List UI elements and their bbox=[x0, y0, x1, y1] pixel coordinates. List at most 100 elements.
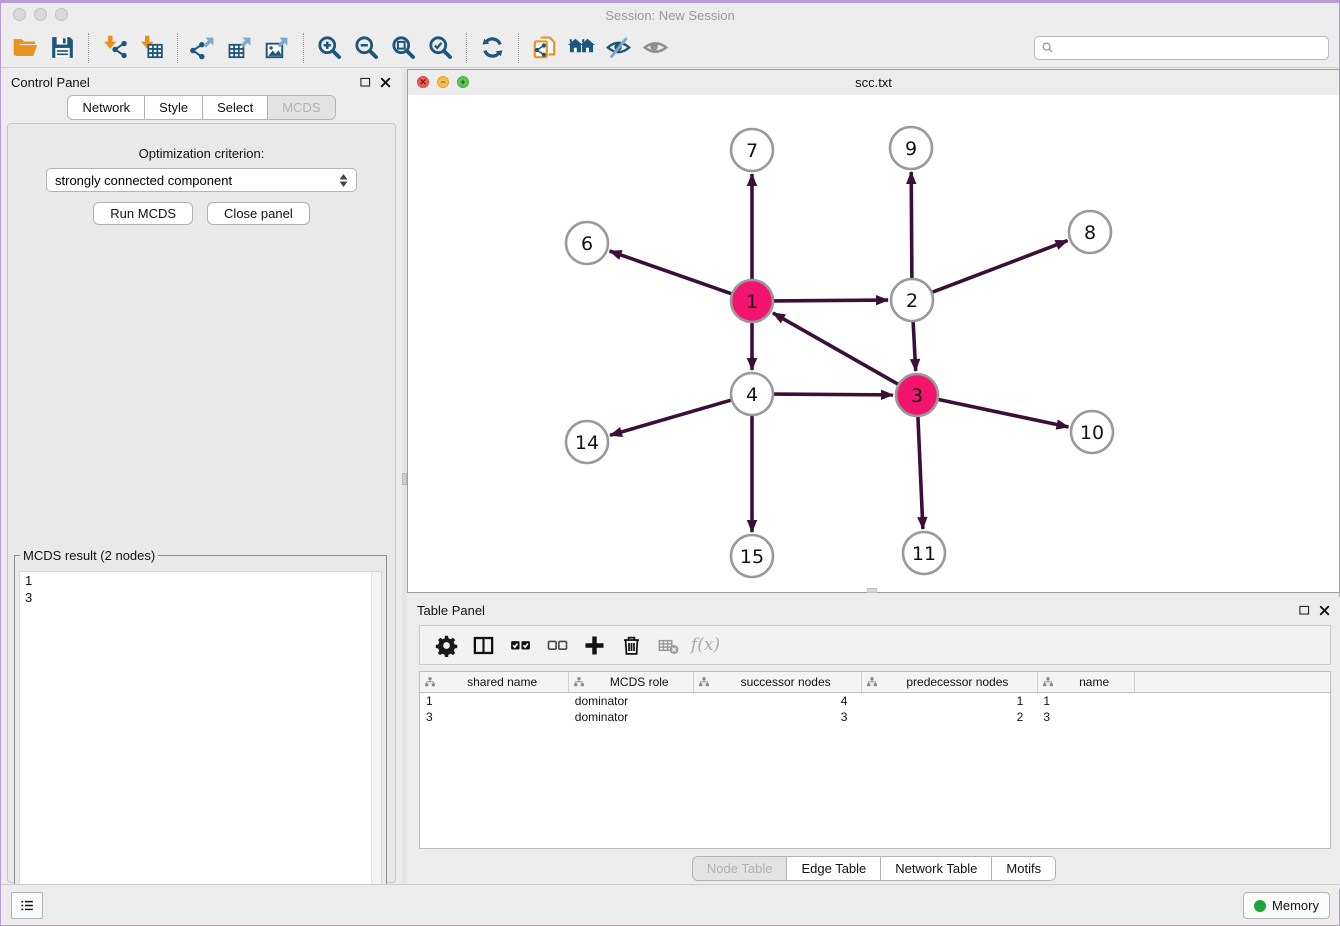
column-header-name[interactable]: name bbox=[1037, 672, 1135, 693]
close-panel-icon[interactable] bbox=[1318, 604, 1331, 617]
graph-node-6[interactable]: 6 bbox=[566, 222, 608, 264]
refresh-layout-button[interactable] bbox=[474, 32, 511, 64]
column-header-MCDS-role[interactable]: MCDS role bbox=[569, 672, 694, 693]
float-panel-icon[interactable] bbox=[359, 76, 372, 89]
cell-shared-name[interactable]: 3 bbox=[420, 709, 569, 725]
tree-icon bbox=[424, 676, 436, 688]
zoom-in-button[interactable] bbox=[311, 32, 348, 64]
edge-1-6[interactable] bbox=[610, 251, 735, 295]
tab-network-table[interactable]: Network Table bbox=[881, 857, 992, 880]
add-column-icon bbox=[583, 634, 606, 657]
memory-button[interactable]: Memory bbox=[1243, 892, 1330, 919]
graph-node-4[interactable]: 4 bbox=[731, 373, 773, 415]
edge-2-8[interactable] bbox=[930, 241, 1068, 294]
network-canvas[interactable]: 7 9 6 8 1 2 4 3 14 10 15 11 bbox=[408, 95, 1339, 592]
cell-shared-name[interactable]: 1 bbox=[420, 693, 569, 710]
edge-2-3[interactable] bbox=[913, 319, 916, 371]
import-network-button[interactable] bbox=[96, 32, 133, 64]
cell-predecessor-nodes[interactable]: 2 bbox=[861, 709, 1037, 725]
function-builder-button[interactable]: f(x) bbox=[687, 629, 724, 661]
tab-edge-table[interactable]: Edge Table bbox=[787, 857, 881, 880]
deselect-all-button[interactable] bbox=[539, 629, 576, 661]
optimization-criterion-dropdown[interactable]: strongly connected component bbox=[46, 168, 357, 192]
graph-node-14[interactable]: 14 bbox=[566, 421, 608, 463]
cell-predecessor-nodes[interactable]: 1 bbox=[861, 693, 1037, 710]
table-row[interactable]: 1dominator411 bbox=[420, 693, 1330, 710]
search-input[interactable] bbox=[1055, 38, 1328, 58]
split-panel-icon bbox=[472, 634, 495, 657]
edge-2-9[interactable] bbox=[911, 172, 912, 281]
gear-button[interactable] bbox=[428, 629, 465, 661]
open-session-button[interactable] bbox=[7, 32, 44, 64]
search-box[interactable] bbox=[1034, 36, 1329, 60]
copy-network-icon bbox=[531, 34, 558, 61]
graph-node-10[interactable]: 10 bbox=[1071, 411, 1113, 453]
graph-node-3[interactable]: 3 bbox=[896, 374, 938, 416]
edge-3-11[interactable] bbox=[918, 414, 923, 529]
show-graphics-button[interactable] bbox=[637, 32, 674, 64]
export-image-button[interactable] bbox=[259, 32, 296, 64]
column-header-successor-nodes[interactable]: successor nodes bbox=[694, 672, 862, 693]
network-close-button[interactable]: ✕ bbox=[417, 76, 429, 88]
export-network-icon bbox=[190, 34, 217, 61]
zoom-fit-button[interactable] bbox=[385, 32, 422, 64]
close-window-button[interactable] bbox=[13, 8, 26, 21]
graph-node-15[interactable]: 15 bbox=[731, 535, 773, 577]
network-minimize-button[interactable]: − bbox=[437, 76, 449, 88]
graph-node-9[interactable]: 9 bbox=[890, 127, 932, 169]
cell-MCDS-role[interactable]: dominator bbox=[569, 709, 694, 725]
edge-4-3[interactable] bbox=[771, 394, 893, 395]
export-network-button[interactable] bbox=[185, 32, 222, 64]
result-scrollbar[interactable] bbox=[371, 572, 381, 915]
graph-node-7[interactable]: 7 bbox=[731, 129, 773, 171]
mcds-result-title: MCDS result (2 nodes) bbox=[20, 548, 158, 563]
network-zoom-button[interactable]: + bbox=[457, 76, 469, 88]
network-window-titlebar[interactable]: ✕ − + scc.txt bbox=[408, 70, 1339, 96]
delete-column-button[interactable] bbox=[613, 629, 650, 661]
graph-node-8[interactable]: 8 bbox=[1069, 211, 1111, 253]
close-panel-icon[interactable] bbox=[379, 76, 392, 89]
column-header-shared-name[interactable]: shared name bbox=[420, 672, 569, 693]
split-panel-button[interactable] bbox=[465, 629, 502, 661]
table-row[interactable]: 3dominator323 bbox=[420, 709, 1330, 725]
graph-node-11[interactable]: 11 bbox=[903, 532, 945, 574]
edge-1-2[interactable] bbox=[771, 300, 888, 301]
tab-select[interactable]: Select bbox=[203, 96, 268, 119]
run-mcds-button[interactable]: Run MCDS bbox=[93, 202, 193, 225]
float-panel-icon[interactable] bbox=[1298, 604, 1311, 617]
graph-node-2[interactable]: 2 bbox=[891, 279, 933, 321]
tab-network[interactable]: Network bbox=[68, 96, 145, 119]
task-history-button[interactable] bbox=[11, 892, 43, 919]
copy-network-button[interactable] bbox=[526, 32, 563, 64]
destroy-table-button[interactable] bbox=[650, 629, 687, 661]
export-table-button[interactable] bbox=[222, 32, 259, 64]
zoom-window-button[interactable] bbox=[55, 8, 68, 21]
select-all-button[interactable] bbox=[502, 629, 539, 661]
graph-node-1[interactable]: 1 bbox=[731, 280, 773, 322]
edge-4-14[interactable] bbox=[610, 399, 734, 435]
cell-MCDS-role[interactable]: dominator bbox=[569, 693, 694, 710]
close-panel-button[interactable]: Close panel bbox=[207, 202, 310, 225]
minimize-window-button[interactable] bbox=[34, 8, 47, 21]
tab-motifs[interactable]: Motifs bbox=[992, 857, 1055, 880]
zoom-selected-button[interactable] bbox=[422, 32, 459, 64]
tab-mcds[interactable]: MCDS bbox=[268, 96, 334, 119]
save-session-button[interactable] bbox=[44, 32, 81, 64]
zoom-out-icon bbox=[353, 34, 380, 61]
tab-node-table[interactable]: Node Table bbox=[693, 857, 788, 880]
tab-style[interactable]: Style bbox=[145, 96, 203, 119]
cell-name[interactable]: 1 bbox=[1037, 693, 1135, 710]
column-header-predecessor-nodes[interactable]: predecessor nodes bbox=[861, 672, 1037, 693]
network-resize-grip[interactable] bbox=[867, 588, 877, 593]
zoom-out-button[interactable] bbox=[348, 32, 385, 64]
home-button[interactable] bbox=[563, 32, 600, 64]
edge-3-1[interactable] bbox=[773, 313, 901, 386]
hide-annotations-button[interactable] bbox=[600, 32, 637, 64]
cell-successor-nodes[interactable]: 3 bbox=[694, 709, 862, 725]
import-table-button[interactable] bbox=[133, 32, 170, 64]
cell-name[interactable]: 3 bbox=[1037, 709, 1135, 725]
add-column-button[interactable] bbox=[576, 629, 613, 661]
mcds-result-text[interactable]: 13 bbox=[19, 571, 382, 916]
edge-3-10[interactable] bbox=[936, 399, 1069, 427]
cell-successor-nodes[interactable]: 4 bbox=[694, 693, 862, 710]
